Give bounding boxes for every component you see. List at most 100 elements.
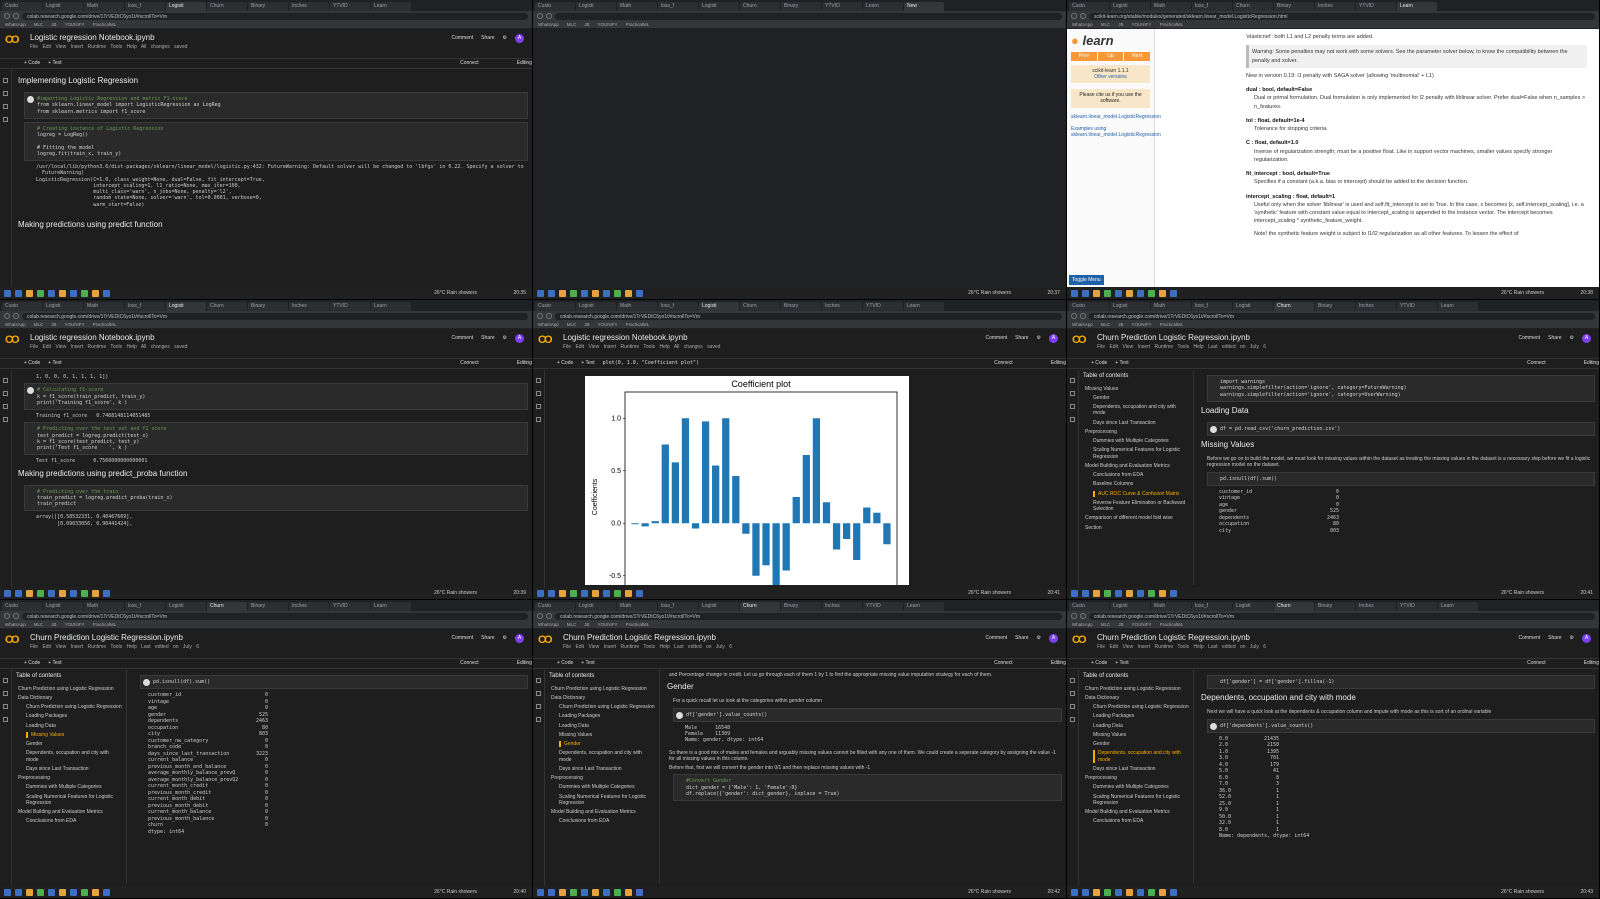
browser-tab[interactable]: Math (617, 302, 657, 311)
code-cell[interactable]: pd.isnull(df).sum() (140, 675, 528, 690)
toc-item[interactable]: Days since Last Transaction (1093, 766, 1189, 772)
app-icon[interactable] (625, 888, 632, 896)
add-code-button[interactable]: + Code (1091, 360, 1107, 366)
bookmark[interactable]: PracticalML (93, 22, 117, 28)
section-heading[interactable]: Making predictions using predict_proba f… (18, 469, 528, 479)
browser-tab[interactable]: YTVID (330, 602, 370, 611)
app-icon[interactable] (1104, 888, 1111, 896)
weather-widget[interactable]: 26°C Rain showers (1501, 590, 1544, 596)
app-icon[interactable] (1093, 589, 1100, 597)
url-field[interactable]: colab.research.google.com/drive/1TrVEDtC… (555, 612, 1062, 620)
browser-tab[interactable]: Learn (1438, 602, 1478, 611)
app-icon[interactable] (1126, 888, 1133, 896)
app-icon[interactable] (614, 888, 621, 896)
toc-item[interactable]: Dummies with Multiple Categories (559, 784, 655, 790)
app-icon[interactable] (1104, 289, 1111, 297)
reload-icon[interactable] (1080, 13, 1086, 19)
bookmark[interactable]: MLC (1101, 322, 1111, 328)
browser-tab[interactable]: Inches (289, 602, 329, 611)
gear-icon[interactable]: ⚙ (1570, 635, 1574, 641)
prev-button[interactable]: Prev (1071, 52, 1097, 61)
browser-tab[interactable]: Churn (740, 2, 780, 11)
search-icon[interactable] (15, 589, 22, 597)
back-icon[interactable] (537, 313, 543, 319)
toc-item[interactable]: Model Building and Evaluation Metrics (551, 809, 655, 815)
app-icon[interactable] (603, 888, 610, 896)
browser-tab[interactable]: Logisti (576, 302, 616, 311)
app-icon[interactable] (59, 289, 66, 297)
app-icon[interactable] (81, 589, 88, 597)
browser-tab[interactable]: Binary (248, 2, 288, 11)
bookmark[interactable]: MLC (567, 622, 577, 628)
browser-tab[interactable]: Learn (1438, 302, 1478, 311)
toc-item[interactable]: Scaling Numerical Features for Logistic … (1093, 794, 1189, 807)
menu-bar[interactable]: File Edit View Insert Runtime Tools Help… (1097, 344, 1266, 350)
browser-tab[interactable]: Math (84, 602, 124, 611)
weather-widget[interactable]: 26°C Rain showers (1501, 889, 1544, 895)
folder-icon[interactable] (3, 117, 8, 122)
toc-item[interactable]: Dependents, occupation and city with mod… (26, 750, 122, 763)
folder-icon[interactable] (536, 417, 541, 422)
browser-tab[interactable]: Logisti (1110, 302, 1150, 311)
add-text-button[interactable]: + Text (581, 360, 594, 366)
browser-tab[interactable]: YTVID (822, 2, 862, 11)
browser-tab[interactable]: Inches (1356, 602, 1396, 611)
toc-item[interactable]: Baseline Columns (1093, 481, 1189, 487)
search-icon[interactable] (3, 691, 8, 696)
editing-button[interactable]: Editing (517, 60, 532, 66)
app-icon[interactable] (614, 589, 621, 597)
search-icon[interactable] (1082, 888, 1089, 896)
run-icon[interactable] (27, 387, 34, 395)
browser-tab[interactable]: Math (617, 2, 657, 11)
share-button[interactable]: Share (1015, 335, 1028, 341)
bookmark[interactable]: MLC (1101, 22, 1111, 28)
toggle-menu-button[interactable]: Toggle Menu (1069, 274, 1104, 285)
weather-widget[interactable]: 26°C Rain showers (968, 590, 1011, 596)
toc-item[interactable]: Preprocessing (18, 775, 122, 781)
notebook-title[interactable]: Logistic regression Notebook.ipynb (30, 333, 155, 343)
share-button[interactable]: Share (1015, 635, 1028, 641)
toc-item[interactable]: Section (1085, 525, 1189, 531)
browser-tab[interactable]: loss_f (125, 602, 165, 611)
toc-item[interactable]: Model Building and Evaluation Metrics (1085, 463, 1189, 469)
toc-item[interactable]: Data Dictionary (18, 695, 122, 701)
run-icon[interactable] (676, 711, 683, 719)
toc-item[interactable]: Gender (1093, 741, 1189, 747)
reload-icon[interactable] (546, 13, 552, 19)
bookmark[interactable]: PracticalML (626, 322, 650, 328)
editing-button[interactable]: Editing (1051, 360, 1066, 366)
browser-tab[interactable]: Math (84, 2, 124, 11)
app-icon[interactable] (1170, 589, 1177, 597)
add-text-button[interactable]: + Text (48, 60, 61, 66)
browser-tab-active[interactable]: New (904, 2, 944, 11)
browser-tab[interactable]: Logisti (576, 2, 616, 11)
toc-item[interactable]: Scaling Numerical Features for Logistic … (26, 794, 122, 807)
avatar[interactable]: A (1582, 634, 1591, 643)
back-icon[interactable] (537, 613, 543, 619)
menu-icon[interactable] (536, 678, 541, 683)
app-icon[interactable] (92, 589, 99, 597)
bookmark[interactable]: YOUNIFY (1132, 622, 1152, 628)
browser-tab[interactable]: Custo (535, 302, 575, 311)
browser-tab[interactable]: Inches (1315, 2, 1355, 11)
url-field[interactable]: colab.research.google.com/drive/1TrVEDtC… (22, 312, 528, 320)
browser-tab[interactable]: Custo (1069, 302, 1109, 311)
bookmark[interactable]: MLC (567, 322, 577, 328)
app-icon[interactable] (592, 589, 599, 597)
share-button[interactable]: Share (1548, 335, 1561, 341)
app-icon[interactable] (1137, 589, 1144, 597)
bookmark[interactable]: YOUNIFY (598, 622, 618, 628)
url-field[interactable]: colab.research.google.com/drive/1TrVEDtC… (1089, 612, 1595, 620)
menu-icon[interactable] (1070, 678, 1075, 683)
section-heading[interactable]: Implementing Logistic Regression (18, 76, 528, 86)
toc-item-selected[interactable]: Missing Values (26, 731, 122, 738)
browser-tab[interactable]: Binary (781, 2, 821, 11)
app-icon[interactable] (581, 289, 588, 297)
add-text-button[interactable]: + Text (48, 360, 61, 366)
app-icon[interactable] (559, 289, 566, 297)
app-icon[interactable] (48, 289, 55, 297)
add-text-button[interactable]: + Text (581, 660, 594, 666)
browser-tab[interactable]: Inches (1356, 302, 1396, 311)
weather-widget[interactable]: 26°C Rain showers (434, 590, 477, 596)
menu-bar[interactable]: File Edit View Insert Runtime Tools Help… (1097, 644, 1266, 650)
